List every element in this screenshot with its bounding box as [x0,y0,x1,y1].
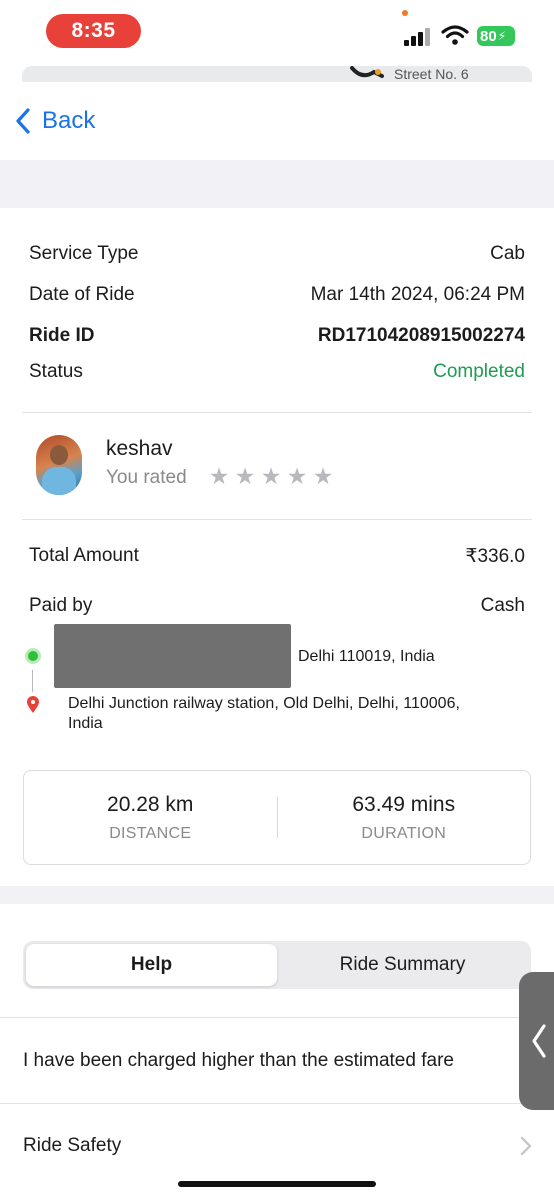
ride-id-value: RD17104208915002274 [317,325,525,346]
section-separator [0,886,554,904]
total-amount-row: Total Amount ₹336.0 [29,538,525,574]
distance-value: 20.28 km [107,793,194,816]
ride-id-label: Ride ID [29,325,95,346]
divider [0,1103,554,1104]
duration-label: DURATION [361,825,447,842]
home-indicator[interactable] [178,1181,376,1187]
duration-stat: 63.49 mins DURATION [278,771,531,864]
wifi-icon [441,25,469,45]
route-details: Delhi 110019, India Delhi Junction railw… [0,624,554,764]
ride-date-label: Date of Ride [29,284,135,305]
distance-label: DISTANCE [109,825,192,842]
drop-pin-icon [27,696,39,713]
navigation-bar: Back [0,82,554,160]
drop-address: Delhi Junction railway station, Old Delh… [68,695,460,732]
payment-info: Total Amount ₹336.0 Paid by Cash [0,538,554,624]
time-text: 8:35 [71,19,116,42]
duration-value: 63.49 mins [352,793,456,816]
service-type-row: Service Type Cab [29,230,525,278]
ride-date-row: Date of Ride Mar 14th 2024, 06:24 PM [29,278,525,312]
paid-by-row: Paid by Cash [29,588,525,624]
help-summary-tabs[interactable]: Help Ride Summary [23,941,531,989]
route-connector [32,670,33,692]
driver-card: keshav You rated ★ ★ ★ ★ ★ [0,413,554,519]
back-label: Back [42,107,96,134]
time-indicator: 8:35 [46,14,141,48]
rating-stars[interactable]: ★ ★ ★ ★ ★ [208,465,334,488]
paid-by-value: Cash [480,595,525,616]
help-item-fare-issue[interactable]: I have been charged higher than the esti… [23,1050,454,1072]
battery-icon: 80 ⚡ [477,26,515,46]
ride-stats-card: 20.28 km DISTANCE 63.49 mins DURATION [23,770,531,865]
section-separator [0,160,554,208]
status-badge: Completed [433,361,525,382]
driver-name: keshav [106,437,173,460]
driver-avatar [36,435,82,495]
total-amount-label: Total Amount [29,545,139,566]
cellular-signal-icon [404,28,432,46]
back-button[interactable]: Back [12,104,95,138]
map-street-label: Street No. 6 [394,66,469,82]
tab-ride-summary[interactable]: Ride Summary [277,944,528,986]
status-bar: 8:35 80 ⚡ [0,0,554,70]
status-row: Status Completed [29,360,525,384]
camera-indicator-dot [402,10,408,16]
redacted-address [54,624,291,688]
pickup-pin-icon [25,648,41,664]
star-icon[interactable]: ★ [312,465,334,488]
help-item-ride-safety[interactable]: Ride Safety [23,1135,121,1157]
service-type-label: Service Type [29,243,139,264]
total-amount-value: ₹336.0 [465,545,525,567]
status-label: Status [29,361,83,382]
star-icon[interactable]: ★ [234,465,256,488]
ride-id-row: Ride ID RD17104208915002274 [29,312,525,360]
ride-date-value: Mar 14th 2024, 06:24 PM [310,284,525,305]
charging-bolt-icon: ⚡ [497,29,507,43]
star-icon[interactable]: ★ [208,465,230,488]
ride-info: Service Type Cab Date of Ride Mar 14th 2… [0,230,554,384]
divider [22,519,532,520]
ride-details-sheet: Back Service Type Cab Date of Ride Mar 1… [0,82,554,1200]
distance-stat: 20.28 km DISTANCE [24,771,277,864]
tab-help[interactable]: Help [26,944,277,986]
side-drawer-handle[interactable] [519,972,554,1110]
paid-by-label: Paid by [29,595,93,616]
star-icon[interactable]: ★ [286,465,308,488]
divider [0,1017,554,1018]
star-icon[interactable]: ★ [260,465,282,488]
vehicle-marker-icon [350,66,384,78]
battery-level: 80 [480,27,497,45]
pickup-address: Delhi 110019, India [298,648,435,665]
chevron-right-icon [520,1136,532,1156]
rating-label: You rated [106,467,187,488]
chevron-left-icon [16,108,30,134]
chevron-left-icon [532,1024,546,1058]
service-type-value: Cab [490,243,525,264]
